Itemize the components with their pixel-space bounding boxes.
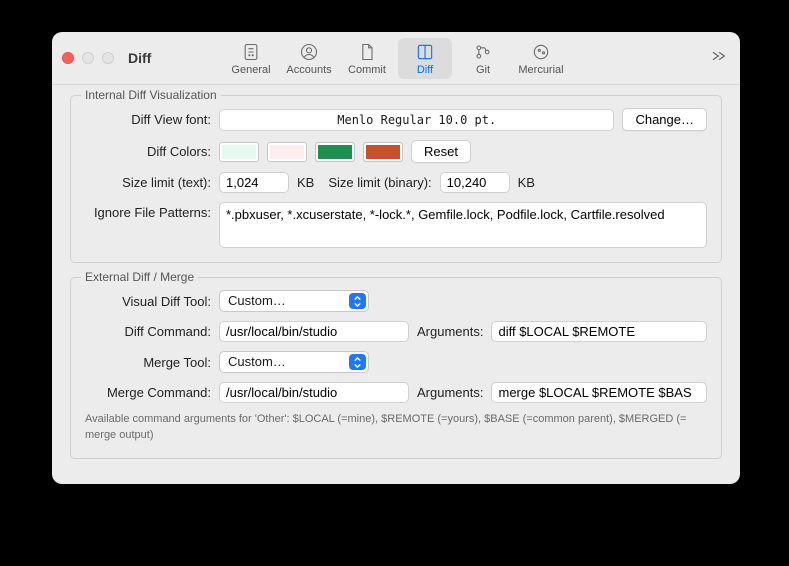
close-window-button[interactable] [62,52,74,64]
select-value: Custom… [228,293,286,308]
diff-arguments-label: Arguments: [417,324,483,339]
preferences-window: Diff General Accounts Commit [52,32,740,484]
select-value: Custom… [228,354,286,369]
diff-command-label: Diff Command: [85,324,211,339]
merge-arguments-input[interactable] [491,382,707,403]
merge-command-input[interactable] [219,382,409,403]
tab-label: Git [476,64,490,76]
visual-diff-tool-select[interactable]: Custom… [219,290,369,312]
size-binary-input[interactable] [440,172,510,193]
toolbar-overflow-button[interactable] [710,48,728,68]
tab-general[interactable]: General [224,38,278,79]
window-title: Diff [128,50,151,66]
diff-colors-label: Diff Colors: [85,144,211,159]
diff-arguments-input[interactable] [491,321,707,342]
color-removed-dark[interactable] [363,142,403,162]
document-icon [357,42,377,62]
minimize-window-button[interactable] [82,52,94,64]
size-text-label: Size limit (text): [85,175,211,190]
diff-icon [415,42,435,62]
visual-diff-tool-label: Visual Diff Tool: [85,294,211,309]
tab-diff[interactable]: Diff [398,38,452,79]
size-text-input[interactable] [219,172,289,193]
external-diff-group: External Diff / Merge Visual Diff Tool: … [70,277,722,459]
color-added-light[interactable] [219,142,259,162]
window-body: Internal Diff Visualization Diff View fo… [52,85,740,484]
mercurial-icon [531,42,551,62]
user-icon [299,42,319,62]
diff-font-label: Diff View font: [85,112,211,127]
sliders-icon [241,42,261,62]
size-text-unit: KB [297,175,314,190]
tab-label: Commit [348,64,386,76]
group-legend: Internal Diff Visualization [81,88,221,102]
git-icon [473,42,493,62]
size-binary-unit: KB [518,175,535,190]
tab-accounts[interactable]: Accounts [282,38,336,79]
tab-label: Mercurial [518,64,563,76]
diff-command-input[interactable] [219,321,409,342]
group-legend: External Diff / Merge [81,270,198,284]
chevron-up-down-icon [352,355,363,370]
size-binary-label: Size limit (binary): [328,175,431,190]
ignore-patterns-input[interactable] [219,202,707,248]
color-added-dark[interactable] [315,142,355,162]
zoom-window-button[interactable] [102,52,114,64]
arguments-hint: Available command arguments for 'Other':… [85,412,707,444]
tab-git[interactable]: Git [456,38,510,79]
tab-commit[interactable]: Commit [340,38,394,79]
internal-diff-group: Internal Diff Visualization Diff View fo… [70,95,722,263]
ignore-patterns-label: Ignore File Patterns: [85,202,211,220]
window-controls [62,52,114,64]
tab-label: Diff [417,64,433,76]
tab-label: General [231,64,270,76]
merge-tool-select[interactable]: Custom… [219,351,369,373]
merge-tool-label: Merge Tool: [85,355,211,370]
color-removed-light[interactable] [267,142,307,162]
chevron-up-down-icon [352,294,363,309]
tab-mercurial[interactable]: Mercurial [514,38,568,79]
titlebar: Diff General Accounts Commit [52,32,740,85]
change-font-button[interactable]: Change… [622,108,707,131]
merge-arguments-label: Arguments: [417,385,483,400]
toolbar-tabs: General Accounts Commit Diff [224,38,568,79]
tab-label: Accounts [286,64,331,76]
reset-colors-button[interactable]: Reset [411,140,471,163]
diff-font-display: Menlo Regular 10.0 pt. [219,109,614,131]
merge-command-label: Merge Command: [85,385,211,400]
